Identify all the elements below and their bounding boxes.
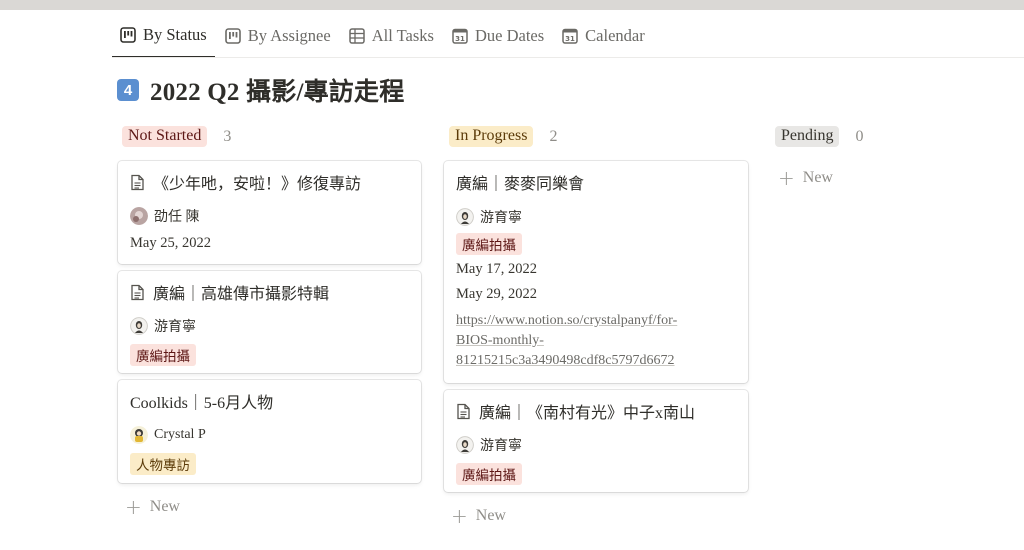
- tab-label: Due Dates: [474, 26, 545, 45]
- avatar: [130, 426, 148, 444]
- avatar: [456, 208, 474, 226]
- card-title: Coolkids｜5-6月人物: [130, 395, 274, 412]
- assignee-name: 游育寧: [480, 211, 522, 226]
- tab-all-tasks[interactable]: All Tasks: [341, 20, 442, 52]
- new-card-button[interactable]: + New: [778, 168, 833, 188]
- card-title: 廣編｜麥麥同樂會: [456, 176, 585, 193]
- svg-text:31: 31: [455, 35, 465, 43]
- assignee: 游育寧: [456, 435, 736, 455]
- board-card[interactable]: 《少年吔，安啦！》修復專訪 劭任 陳 May 25, 2022: [118, 161, 421, 264]
- keycap-4-icon[interactable]: 4: [117, 79, 139, 101]
- view-tabs: By Status By Assignee All Tasks 31 Due D…: [112, 20, 655, 58]
- board-card[interactable]: 廣編｜高雄傳市攝影特輯 游育寧 廣編拍攝: [118, 271, 421, 373]
- url-line: 81215215c3a3490498cdf8c5797d6672: [456, 353, 675, 368]
- board-icon: [224, 28, 241, 44]
- page-title-row: 4 2022 Q2 攝影/專訪走程: [117, 72, 404, 108]
- new-card-button[interactable]: + New: [451, 506, 506, 526]
- page-title[interactable]: 2022 Q2 攝影/專訪走程: [150, 72, 404, 108]
- tabs-divider: [112, 57, 1024, 58]
- status-pill: Pending: [775, 126, 840, 147]
- url-line: BIOS-monthly-: [456, 333, 544, 348]
- column-count: 2: [549, 127, 558, 145]
- tab-by-assignee[interactable]: By Assignee: [217, 20, 339, 52]
- assignee-name: 游育寧: [480, 439, 522, 454]
- column-header-not-started[interactable]: Not Started 3: [122, 126, 231, 147]
- tab-calendar[interactable]: 31 Calendar: [554, 20, 653, 52]
- new-label: New: [149, 498, 180, 515]
- calendar-31-icon: 31: [452, 28, 468, 44]
- plus-icon: +: [778, 166, 795, 190]
- plus-icon: +: [125, 495, 142, 519]
- column-header-in-progress[interactable]: In Progress 2: [449, 126, 557, 147]
- tab-label: By Status: [143, 25, 207, 44]
- assignee-name: Crystal P: [154, 427, 206, 442]
- assignee: 劭任 陳: [130, 206, 409, 226]
- card-date: May 29, 2022: [456, 286, 537, 302]
- new-card-button[interactable]: + New: [125, 497, 180, 517]
- tag-badge: 廣編拍攝: [456, 463, 522, 485]
- status-pill: Not Started: [122, 126, 208, 147]
- url-line: https://www.notion.so/crystalpanyf/for-: [456, 313, 678, 328]
- board-card[interactable]: 廣編｜《南村有光》中子x南山 游育寧 廣編拍攝: [444, 390, 748, 492]
- window-top-bar: [0, 0, 1024, 10]
- tag-badge: 廣編拍攝: [130, 344, 196, 366]
- card-date: May 17, 2022: [456, 261, 537, 277]
- svg-text:31: 31: [565, 35, 575, 43]
- card-title: 廣編｜高雄傳市攝影特輯: [153, 286, 330, 303]
- new-label: New: [802, 169, 833, 186]
- document-icon: [131, 174, 144, 190]
- tab-label: All Tasks: [371, 26, 434, 45]
- card-url-link[interactable]: https://www.notion.so/crystalpanyf/for- …: [456, 311, 736, 371]
- assignee: 游育寧: [130, 316, 409, 336]
- plus-icon: +: [451, 504, 468, 528]
- column-count: 3: [223, 127, 232, 145]
- assignee: 游育寧: [456, 207, 736, 227]
- avatar: [130, 207, 148, 225]
- tab-label: Calendar: [585, 26, 645, 45]
- tab-by-status[interactable]: By Status: [112, 20, 215, 58]
- tab-label: By Assignee: [247, 26, 331, 45]
- board-card[interactable]: 廣編｜麥麥同樂會 游育寧 廣編拍攝 May 17, 2022 May 29, 2…: [444, 161, 748, 383]
- tag-badge: 廣編拍攝: [456, 233, 522, 255]
- avatar: [130, 317, 148, 335]
- board-icon: [120, 27, 136, 43]
- column-header-pending[interactable]: Pending 0: [775, 126, 863, 147]
- assignee-name: 劭任 陳: [154, 210, 200, 225]
- tab-due-dates[interactable]: 31 Due Dates: [444, 20, 552, 52]
- status-pill: In Progress: [449, 126, 534, 147]
- card-date: May 25, 2022: [130, 235, 211, 251]
- assignee: Crystal P: [130, 425, 409, 445]
- avatar: [456, 436, 474, 454]
- card-title: 廣編｜《南村有光》中子x南山: [479, 405, 696, 422]
- document-icon: [131, 284, 144, 300]
- new-label: New: [475, 507, 506, 524]
- card-title: 《少年吔，安啦！》修復專訪: [153, 176, 362, 193]
- table-icon: [348, 28, 365, 44]
- document-icon: [457, 403, 470, 419]
- assignee-name: 游育寧: [154, 320, 196, 335]
- column-count: 0: [855, 127, 864, 145]
- board-card[interactable]: Coolkids｜5-6月人物 Crystal P 人物專訪: [118, 380, 421, 483]
- calendar-31-icon: 31: [562, 28, 578, 44]
- tag-badge: 人物專訪: [130, 453, 196, 475]
